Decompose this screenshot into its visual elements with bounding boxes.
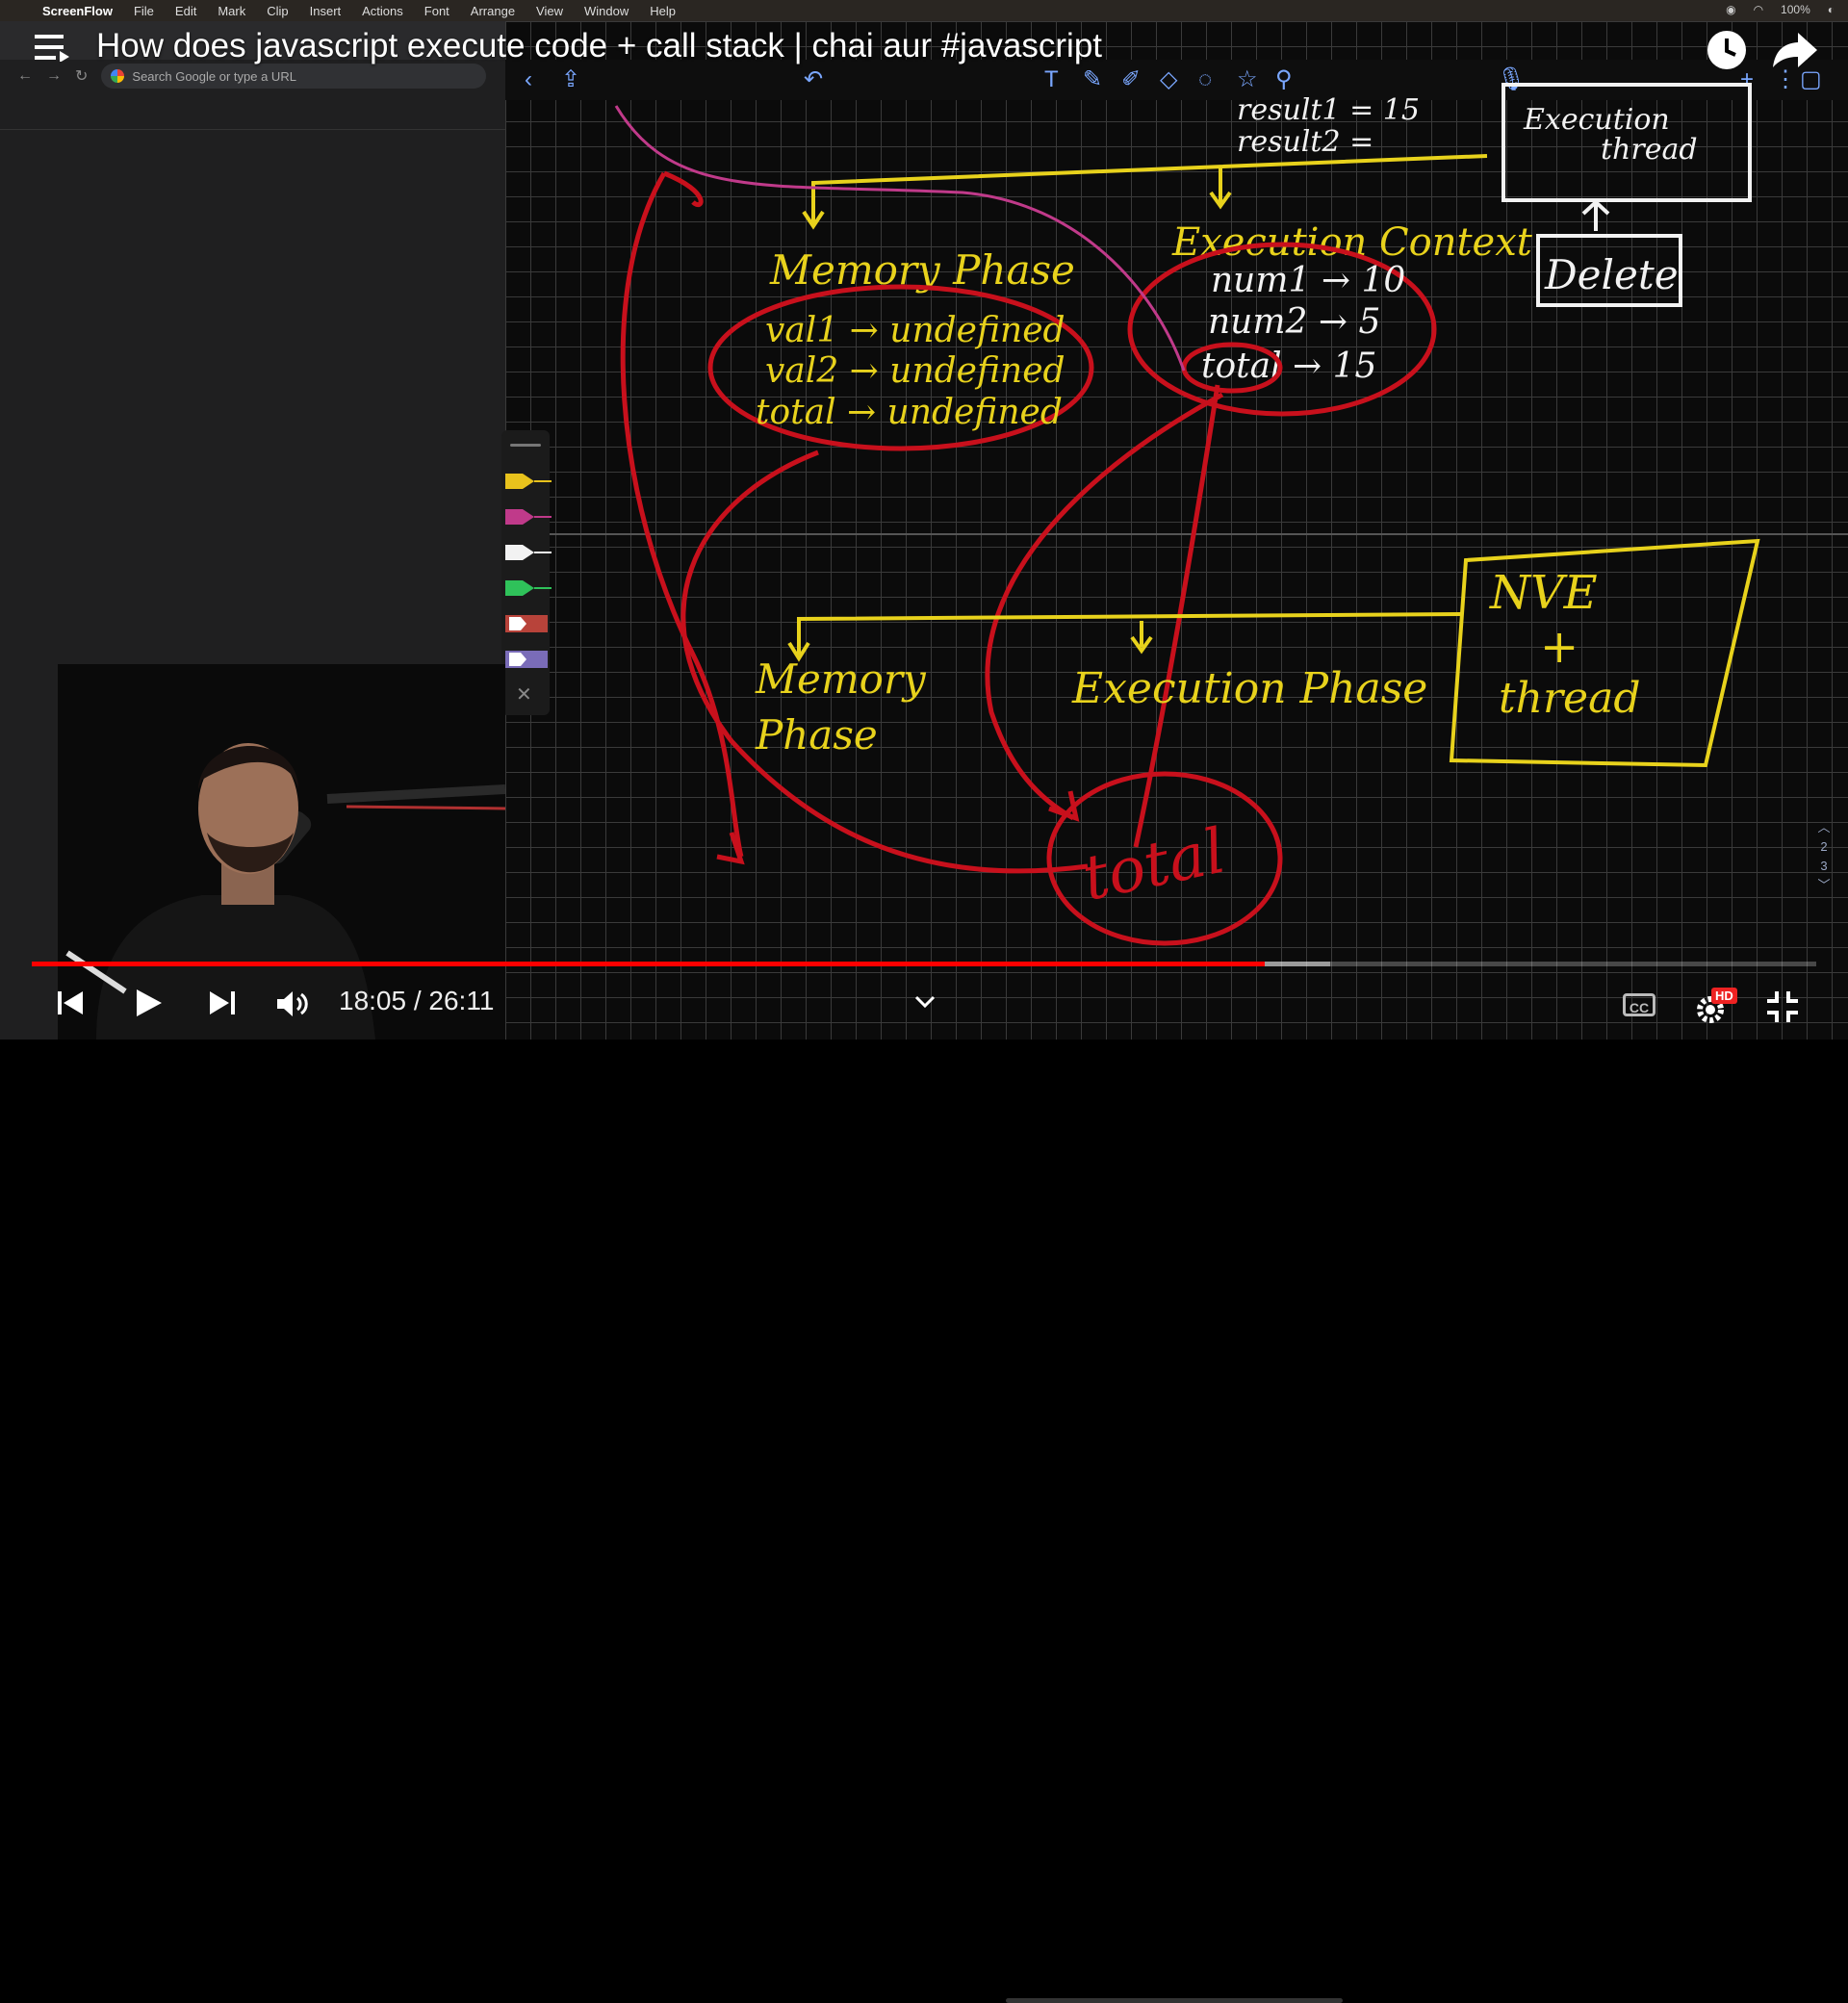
exit-fullscreen-icon[interactable] (1767, 991, 1798, 1022)
player-controls: 18:05 / 26:11 CC HD (0, 972, 1848, 2003)
context-entry-num2: num2 → 5 (1208, 302, 1380, 342)
context-entry-total: total → 15 (1201, 347, 1376, 386)
progress-played (32, 962, 1266, 966)
palette-close-icon[interactable]: ✕ (516, 682, 532, 706)
mic-cable (346, 805, 505, 810)
execution-context-title: Execution Context (1171, 220, 1533, 265)
nve-line3: thread (1499, 674, 1641, 723)
hd-badge: HD (1711, 988, 1737, 1004)
red-highlighter-icon[interactable] (505, 613, 552, 634)
result1-text: result1 = 15 (1237, 93, 1420, 127)
result2-text: result2 = (1237, 125, 1373, 159)
page-indicator: ︿ 2 3 ﹀ (1810, 818, 1838, 895)
context-entry-num1: num1 → 10 (1211, 261, 1405, 300)
scroll-indicator (1006, 1998, 1343, 2003)
play-icon[interactable] (135, 988, 164, 1018)
execution-phase-title: Execution Phase (1071, 664, 1427, 713)
pink-pen-icon[interactable] (505, 506, 552, 527)
connector-to-bottom-memory (797, 612, 1464, 655)
captions-button[interactable]: CC (1623, 993, 1656, 1016)
memory-entry-val1: val1 → undefined (765, 311, 1065, 350)
execution-thread-line2: thread (1601, 133, 1698, 167)
red-flow-top-hook (663, 170, 704, 208)
palette-grab-handle[interactable] (510, 444, 541, 447)
execution-thread-line1: Execution (1523, 103, 1670, 137)
next-icon[interactable] (210, 989, 235, 1016)
memory-entry-val2: val2 → undefined (765, 351, 1065, 391)
playlist-menu-icon[interactable] (35, 33, 69, 62)
video-title[interactable]: How does javascript execute code + call … (96, 27, 1102, 65)
share-arrow-icon[interactable] (1773, 31, 1817, 69)
pen-palette: ✕ (501, 430, 552, 715)
page-down-chevron-icon[interactable]: ﹀ (1810, 876, 1838, 895)
time-display: 18:05 / 26:11 (339, 986, 495, 1015)
previous-icon[interactable] (58, 989, 83, 1016)
total-big-label: total (1077, 816, 1232, 915)
green-pen-icon[interactable] (505, 578, 552, 599)
chevron-down-icon[interactable] (914, 995, 936, 1009)
watch-later-icon[interactable] (1706, 29, 1748, 71)
memory-entry-total: total → undefined (756, 393, 1063, 432)
nve-line2: + (1540, 620, 1578, 674)
nve-line1: NVE (1489, 566, 1598, 620)
bottom-memory-line2: Phase (755, 711, 878, 758)
volume-icon[interactable] (277, 989, 310, 1018)
youtube-top-bar: How does javascript execute code + call … (0, 21, 1848, 71)
yellow-pen-icon[interactable] (505, 471, 552, 492)
red-flow-context-to-total (985, 392, 1224, 821)
white-pen-icon[interactable] (505, 542, 552, 563)
page-number-2[interactable]: 2 (1810, 837, 1838, 857)
page-up-chevron-icon[interactable]: ︿ (1810, 818, 1838, 837)
delete-label: Delete (1544, 251, 1679, 298)
progress-bar[interactable] (32, 962, 1816, 966)
purple-highlighter-icon[interactable] (505, 649, 552, 670)
page-number-3[interactable]: 3 (1810, 857, 1838, 876)
bottom-memory-line1: Memory (755, 655, 927, 703)
